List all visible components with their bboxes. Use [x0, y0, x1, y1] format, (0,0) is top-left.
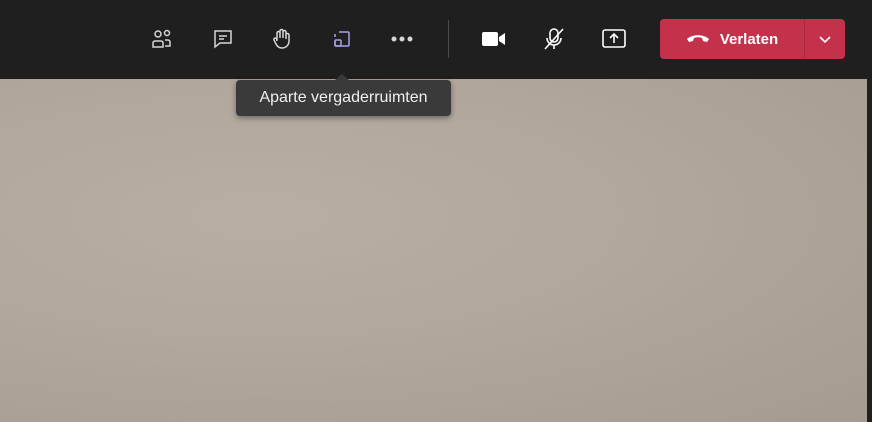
participants-button[interactable] — [142, 19, 182, 59]
mic-muted-icon — [544, 28, 564, 50]
chat-button[interactable] — [203, 19, 243, 59]
chat-icon — [214, 30, 232, 49]
share-screen-icon — [602, 29, 626, 48]
hang-up-icon — [686, 35, 709, 42]
breakout-rooms-button[interactable] — [322, 19, 362, 59]
window-edge — [867, 79, 872, 422]
people-icon — [152, 29, 171, 48]
leave-button[interactable]: Verlaten — [660, 19, 804, 59]
toolbar-divider — [448, 20, 449, 58]
leave-label: Verlaten — [719, 30, 779, 48]
more-options-button[interactable] — [382, 19, 422, 59]
tooltip-text: Aparte vergaderruimten — [259, 89, 428, 106]
microphone-button[interactable] — [534, 19, 574, 59]
hand-icon — [273, 28, 290, 49]
breakout-rooms-tooltip: Aparte vergaderruimten — [236, 74, 451, 116]
leave-split-button: Verlaten — [660, 19, 845, 59]
breakout-rooms-icon — [334, 31, 350, 47]
meeting-toolbar: Verlaten — [0, 0, 872, 79]
video-camera-icon — [482, 32, 505, 46]
leave-options-dropdown[interactable] — [805, 19, 845, 59]
raise-hand-button[interactable] — [262, 19, 302, 59]
more-icon — [391, 36, 413, 42]
chevron-down-icon — [819, 36, 831, 44]
video-feed — [0, 79, 867, 422]
share-screen-button[interactable] — [594, 19, 634, 59]
camera-button[interactable] — [474, 19, 514, 59]
